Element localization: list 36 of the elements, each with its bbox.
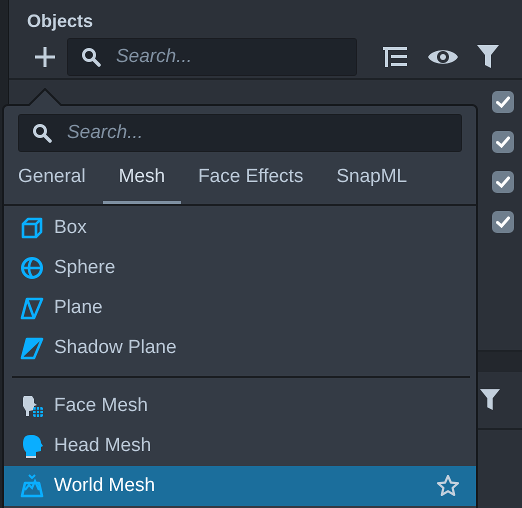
checkbox[interactable] xyxy=(492,91,514,113)
menu-item[interactable]: Plane xyxy=(4,288,476,328)
sphere-icon xyxy=(20,256,44,280)
face-mesh-icon xyxy=(20,394,44,418)
checkbox[interactable] xyxy=(492,211,514,233)
checkbox[interactable] xyxy=(492,171,514,193)
menu-item[interactable]: Shadow Plane xyxy=(4,328,476,368)
menu-item[interactable]: Sphere xyxy=(4,248,476,288)
search-icon xyxy=(81,47,101,67)
checkmark-icon xyxy=(496,216,510,228)
menu-item[interactable]: Face Mesh xyxy=(4,386,476,426)
star-icon[interactable] xyxy=(436,474,460,498)
plane-icon xyxy=(20,296,44,320)
list-icon[interactable] xyxy=(383,46,409,68)
checkmark-icon xyxy=(496,176,510,188)
panel-title: Objects xyxy=(26,10,94,33)
checkmark-icon xyxy=(496,96,510,108)
shadow-plane-icon xyxy=(20,336,44,360)
checkbox[interactable] xyxy=(492,131,514,153)
mesh-terrain-icon xyxy=(20,474,44,498)
head-icon xyxy=(20,434,44,458)
menu-item[interactable]: Head Mesh xyxy=(4,426,476,466)
tab[interactable]: General xyxy=(18,162,86,204)
tab[interactable]: SnapML xyxy=(336,162,408,204)
search-icon xyxy=(32,123,52,143)
menu-item[interactable]: Box xyxy=(4,208,476,248)
tab[interactable]: Face Effects xyxy=(198,162,304,204)
filter-icon[interactable] xyxy=(480,389,500,411)
search-field[interactable]: Search... xyxy=(18,114,462,152)
box-icon xyxy=(20,216,44,240)
checkmark-icon xyxy=(496,136,510,148)
menu-item[interactable]: World Mesh xyxy=(4,466,476,506)
filter-icon[interactable] xyxy=(477,45,499,69)
tab[interactable]: Mesh xyxy=(102,162,182,204)
search-field[interactable]: Search... xyxy=(67,38,357,76)
add-icon[interactable] xyxy=(33,45,57,69)
